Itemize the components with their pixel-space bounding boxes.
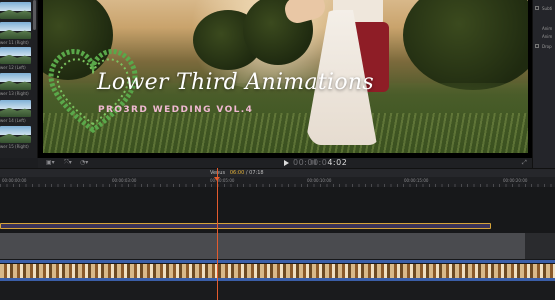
playhead-handle[interactable] — [214, 177, 220, 181]
ruler-tick-label: 00:00:10:00 — [307, 178, 332, 183]
title-clip[interactable] — [0, 223, 491, 229]
clip-thumbnail[interactable] — [0, 22, 31, 39]
clip-label: wer 11 (Right) — [0, 40, 29, 45]
inspector: Subti Anim Anim Drop — [532, 0, 555, 168]
timecode-display[interactable]: 00:00:04:02 — [293, 158, 347, 168]
speed-icon[interactable]: ◔▾ — [80, 159, 88, 167]
timeline-header: Venus 06:00 / 07:18 — [0, 168, 555, 177]
clip-thumbnail[interactable] — [0, 2, 31, 19]
inspector-label: Anim — [542, 26, 553, 31]
checkbox[interactable] — [535, 44, 539, 48]
clip-border — [0, 260, 555, 263]
clip-thumbnail[interactable] — [0, 126, 31, 143]
video-track[interactable] — [0, 233, 525, 259]
timeline-ruler[interactable]: 00:00:00:00 00:00:03:00 00:00:05:00 00:0… — [0, 177, 555, 187]
clip-label: wer 15 (Right) — [0, 144, 29, 149]
play-button[interactable] — [284, 160, 289, 166]
clip-label: wer 13 (Right) — [0, 91, 29, 96]
inspector-label: Anim — [542, 34, 553, 39]
empty-track — [0, 281, 555, 300]
clip-label: wer 14 (Left) — [0, 118, 26, 123]
clip-thumbnail[interactable] — [0, 100, 31, 117]
audio-meter-icon[interactable]: ▮▮ — [310, 159, 317, 167]
fullscreen-icon[interactable]: ⤢ — [522, 159, 527, 167]
ruler-tick-label: 00:00:15:00 — [404, 178, 429, 183]
viewer: Lower Third Animations PRO3RD WEDDING VO… — [38, 0, 532, 158]
ruler-tick-label: 00:00:00:00 — [2, 178, 27, 183]
browser-scrollbar[interactable] — [33, 0, 36, 30]
lower-third-subtitle: PRO3RD WEDDING VOL.4 — [98, 105, 254, 115]
duration: 07:18 — [249, 170, 264, 176]
clip-thumbnail[interactable] — [0, 73, 31, 90]
inspector-label: Subti — [542, 6, 553, 11]
viewer-controls: ▣▾ ⤧▾ ◔▾ 00:00:04:02 ▮▮ ⤢ — [38, 158, 532, 168]
transform-icon[interactable]: ⤧▾ — [64, 159, 72, 167]
ruler-tick-label: 00:00:20:00 — [503, 178, 528, 183]
clip-label: wer 12 (Left) — [0, 65, 26, 70]
timeline — [0, 187, 555, 300]
playhead[interactable] — [217, 168, 218, 300]
view-options-icon[interactable]: ▣▾ — [46, 159, 55, 167]
video-frame: Lower Third Animations PRO3RD WEDDING VO… — [43, 0, 528, 153]
clip-browser: wer 11 (Right) wer 12 (Left) wer 13 (Rig… — [0, 0, 38, 158]
ruler-tick-label: 00:00:03:00 — [112, 178, 137, 183]
clip-thumbnail[interactable] — [0, 47, 31, 64]
lower-third-title: Lower Third Animations — [97, 70, 374, 95]
inspector-label: Drop — [542, 44, 552, 49]
current-time: 06:00 — [229, 170, 245, 176]
filmstrip-clip[interactable] — [0, 264, 555, 278]
checkbox[interactable] — [535, 6, 539, 10]
video-track-end — [525, 233, 555, 259]
project-timecode: Venus 06:00 / 07:18 — [210, 170, 264, 177]
